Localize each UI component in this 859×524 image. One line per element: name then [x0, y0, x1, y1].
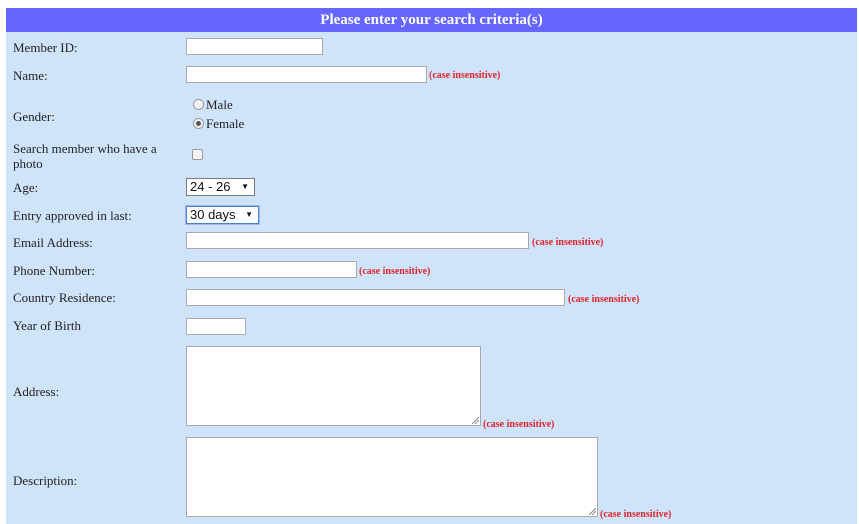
description-case-note: (case insensitive)	[600, 509, 672, 520]
row-gender: Gender: Male Female	[6, 88, 857, 140]
row-description: Description: (case insensitive)	[6, 432, 857, 524]
country-case-note: (case insensitive)	[568, 294, 640, 305]
phone-input[interactable]	[186, 261, 357, 278]
row-address: Address: (case insensitive)	[6, 342, 857, 432]
row-age: Age: 24 - 26 ▼	[6, 172, 857, 200]
row-email: Email Address: (case insensitive)	[6, 228, 857, 256]
address-case-note: (case insensitive)	[483, 419, 555, 430]
email-input[interactable]	[186, 232, 529, 249]
country-input[interactable]	[186, 289, 565, 306]
male-radio[interactable]	[193, 99, 204, 110]
address-label: Address:	[13, 384, 60, 399]
description-textarea[interactable]	[186, 437, 598, 517]
year-of-birth-label: Year of Birth	[13, 318, 82, 333]
row-phone: Phone Number: (case insensitive)	[6, 256, 857, 284]
photo-label: Search member who have a photo	[13, 141, 157, 171]
row-name: Name: (case insensitive)	[6, 60, 857, 88]
row-year-of-birth: Year of Birth	[6, 312, 857, 342]
row-entry-approved: Entry approved in last: 30 days ▼	[6, 200, 857, 228]
year-of-birth-input[interactable]	[186, 318, 246, 335]
country-label: Country Residence:	[13, 290, 116, 305]
form-title: Please enter your search criteria(s)	[6, 8, 857, 32]
resize-grip-icon[interactable]	[472, 417, 479, 424]
member-id-label: Member ID:	[13, 40, 78, 55]
row-member-id: Member ID:	[6, 32, 857, 60]
description-label: Description:	[13, 473, 78, 488]
age-selected-value: 24 - 26	[190, 179, 231, 194]
entry-approved-select[interactable]: 30 days ▼	[186, 206, 259, 224]
entry-approved-selected-value: 30 days	[190, 207, 236, 222]
gender-label: Gender:	[13, 109, 55, 124]
chevron-down-icon: ▼	[241, 182, 249, 191]
age-select[interactable]: 24 - 26 ▼	[186, 178, 255, 196]
name-label: Name:	[13, 68, 48, 83]
gender-option-male[interactable]: Male	[193, 97, 233, 113]
male-radio-label: Male	[206, 97, 233, 112]
address-textarea[interactable]	[186, 346, 481, 426]
phone-case-note: (case insensitive)	[359, 266, 431, 277]
email-case-note: (case insensitive)	[532, 237, 604, 248]
phone-label: Phone Number:	[13, 263, 95, 278]
gender-option-female[interactable]: Female	[193, 116, 244, 132]
search-form-panel: Please enter your search criteria(s) Mem…	[6, 8, 857, 524]
female-radio[interactable]	[193, 118, 204, 129]
name-case-note: (case insensitive)	[429, 70, 501, 81]
entry-approved-label: Entry approved in last:	[13, 208, 132, 223]
email-label: Email Address:	[13, 235, 93, 250]
age-label: Age:	[13, 180, 39, 195]
row-photo: Search member who have a photo	[6, 140, 857, 172]
female-radio-label: Female	[206, 116, 245, 131]
member-id-input[interactable]	[186, 38, 323, 55]
photo-checkbox[interactable]	[192, 149, 203, 160]
row-country: Country Residence: (case insensitive)	[6, 284, 857, 312]
resize-grip-icon[interactable]	[589, 508, 596, 515]
name-input[interactable]	[186, 66, 427, 83]
chevron-down-icon: ▼	[245, 210, 253, 219]
